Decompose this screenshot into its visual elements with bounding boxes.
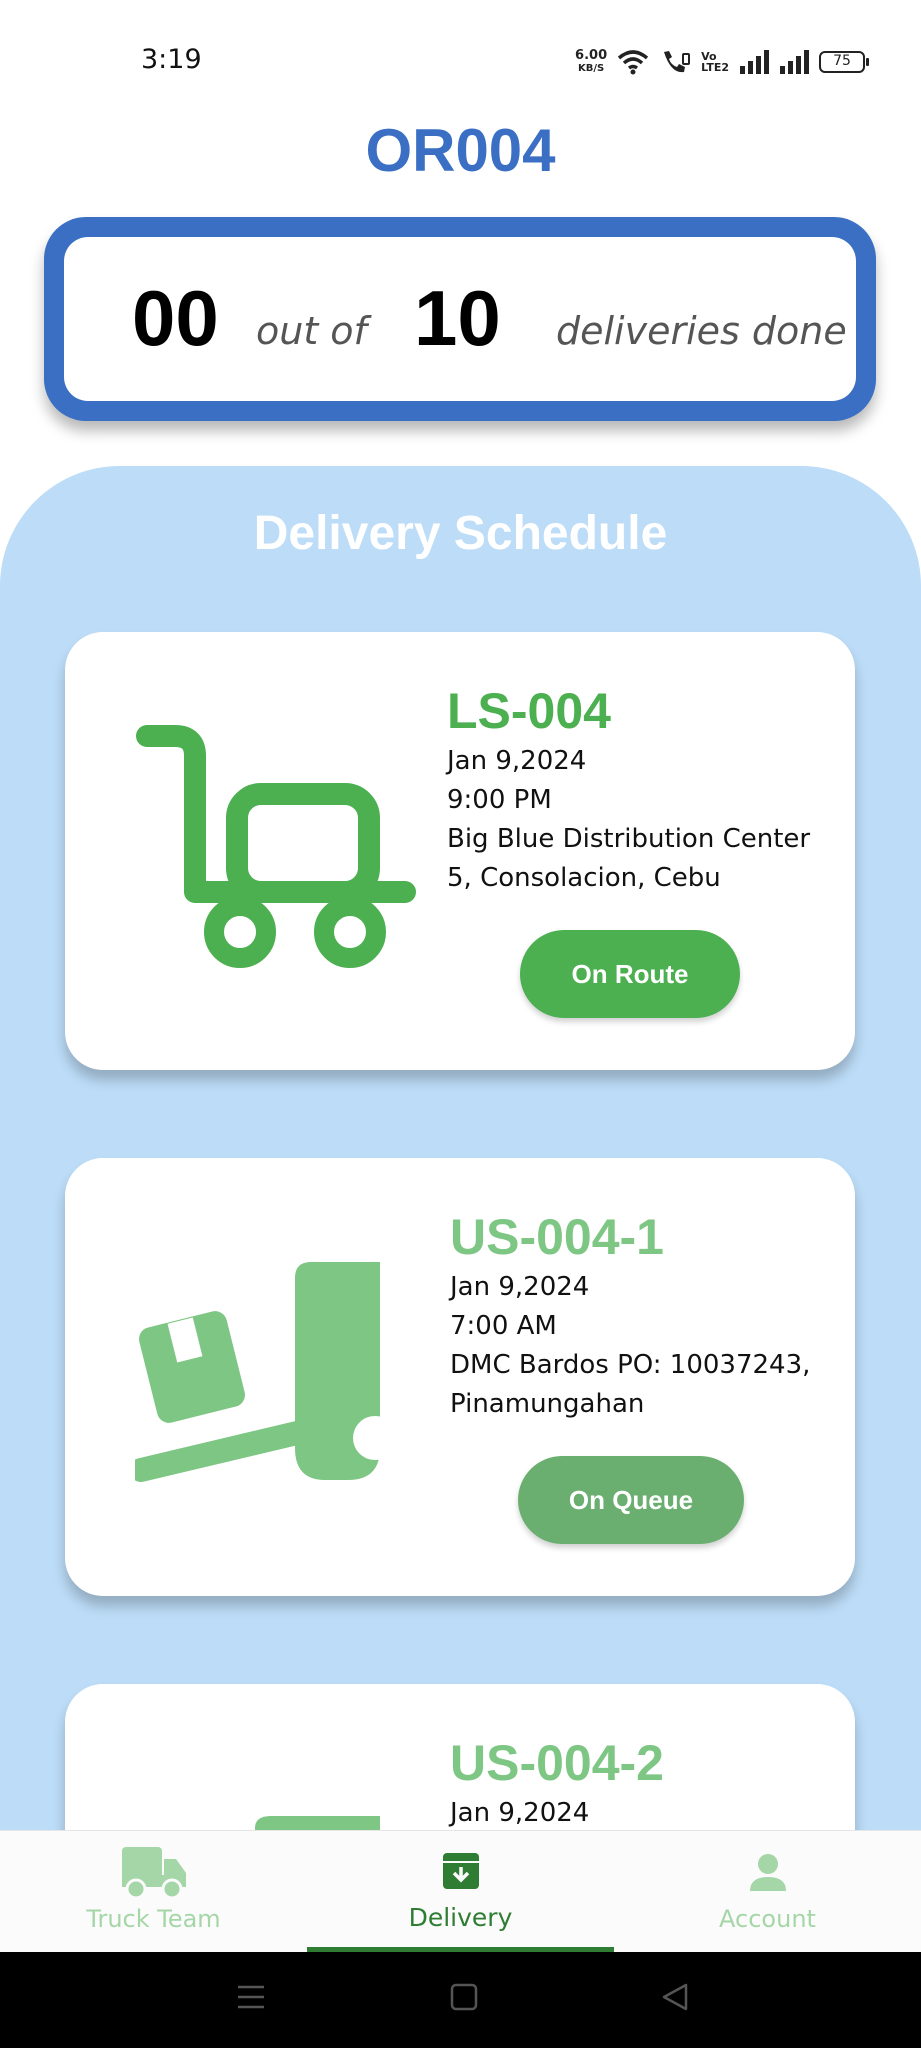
status-icons: 6.00 KB/S Vo LTE2 75 <box>575 46 869 78</box>
on-queue-button[interactable]: On Queue <box>518 1456 744 1544</box>
delivery-code: US-004-1 <box>450 1209 664 1265</box>
delivery-card[interactable]: US-004-1 Jan 9,2024 7:00 AM DMC Bardos P… <box>65 1158 855 1596</box>
home-icon[interactable] <box>449 1982 479 2012</box>
delivery-date: Jan 9,2024 <box>447 746 587 776</box>
delivery-time: 9:00 PM <box>447 785 552 815</box>
delivery-time: 7:00 AM <box>450 1311 557 1341</box>
on-route-button[interactable]: On Route <box>520 930 740 1018</box>
schedule-title: Delivery Schedule <box>253 507 668 560</box>
wifi-calling-icon <box>664 51 691 73</box>
archive-download-icon <box>442 1853 479 1889</box>
truck-icon <box>121 1847 186 1900</box>
system-navigation-bar <box>0 1952 921 2048</box>
wifi-icon <box>617 50 649 75</box>
delivery-date: Jan 9,2024 <box>450 1798 590 1828</box>
nav-truck-team[interactable]: Truck Team <box>0 1831 307 1953</box>
order-id-title: OR004 <box>365 117 556 184</box>
total-count: 10 <box>414 274 501 362</box>
signal-icon-sim1 <box>740 50 769 74</box>
card-info: LS-004 Jan 9,2024 9:00 PM Big Blue Distr… <box>447 680 847 898</box>
card-info: US-004-1 Jan 9,2024 7:00 AM DMC Bardos P… <box>450 1206 850 1424</box>
delivery-schedule-panel[interactable]: Delivery Schedule LS-004 Jan 9,2024 9:00… <box>0 466 921 2048</box>
delivery-screen: 3:19 6.00 KB/S Vo LTE2 75 OR004 00 out o… <box>0 0 921 2048</box>
delivery-card[interactable]: LS-004 Jan 9,2024 9:00 PM Big Blue Distr… <box>65 632 855 1070</box>
status-time: 3:19 <box>141 44 202 75</box>
back-icon[interactable] <box>660 1982 690 2012</box>
nav-account[interactable]: Account <box>614 1831 921 1953</box>
network-speed: 6.00 KB/S <box>575 48 608 74</box>
volte-indicator: Vo LTE2 <box>701 50 729 74</box>
delivery-location: DMC Bardos PO: 10037243, <box>450 1350 811 1380</box>
out-of-label: out of <box>256 309 367 353</box>
person-icon <box>749 1854 786 1891</box>
delivery-progress-summary: 00 out of 10 deliveries done <box>44 217 876 421</box>
delivery-code: LS-004 <box>447 683 611 739</box>
nav-label-delivery: Delivery <box>408 1903 513 1932</box>
delivery-location: Big Blue Distribution Center <box>447 824 811 854</box>
status-bar: 3:19 6.00 KB/S Vo LTE2 75 <box>0 0 921 120</box>
card-info: US-004-2 Jan 9,2024 <box>450 1732 850 1833</box>
delivery-location-line2: Pinamungahan <box>450 1389 645 1419</box>
delivery-code: US-004-2 <box>450 1735 664 1791</box>
nav-label-account: Account <box>719 1905 816 1933</box>
deliveries-done-label: deliveries done <box>556 309 847 353</box>
battery-icon: 75 <box>819 51 869 73</box>
nav-delivery[interactable]: Delivery <box>307 1831 614 1953</box>
trolley-icon <box>136 725 416 968</box>
menu-icon[interactable] <box>236 1982 266 2012</box>
delivery-location-line2: 5, Consolacion, Cebu <box>447 863 721 893</box>
delivery-date: Jan 9,2024 <box>450 1272 590 1302</box>
nav-label-truck-team: Truck Team <box>86 1905 221 1933</box>
bottom-navigation: Truck Team Delivery Account <box>0 1830 921 1953</box>
signal-icon-sim2 <box>780 50 809 74</box>
done-count: 00 <box>132 274 219 362</box>
summary-inner: 00 out of 10 deliveries done <box>64 237 856 401</box>
hand-truck-box-icon <box>135 1262 397 1482</box>
